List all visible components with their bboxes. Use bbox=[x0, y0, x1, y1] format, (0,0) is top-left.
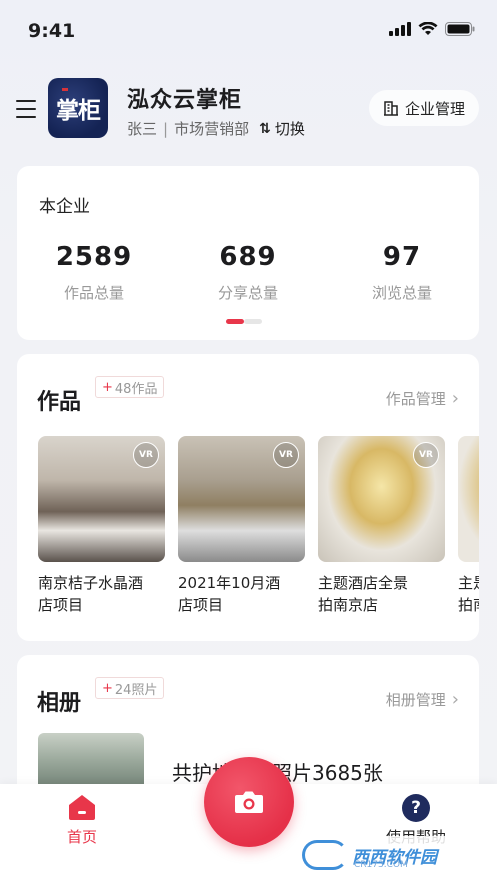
wifi-icon bbox=[418, 22, 438, 35]
switch-icon: ⇅ bbox=[259, 120, 271, 137]
user-info: 张三 | 市场营销部 ⇅ 切换 bbox=[127, 118, 305, 139]
enterprise-manage-button[interactable]: 企业管理 bbox=[368, 90, 479, 126]
vr-icon: VR bbox=[273, 442, 299, 468]
logo-text: 掌柜 bbox=[56, 97, 101, 124]
camera-button[interactable] bbox=[204, 757, 294, 847]
stat-works[interactable]: 2589 作品总量 bbox=[17, 242, 171, 303]
tab-home-label: 首页 bbox=[66, 828, 97, 846]
page-dot bbox=[244, 319, 262, 324]
page-dot-active bbox=[226, 319, 244, 324]
works-title: 作品 bbox=[37, 390, 82, 415]
stat-label: 作品总量 bbox=[63, 284, 124, 302]
work-item[interactable]: VR 2021年10月酒 店项目 bbox=[178, 436, 305, 616]
work-caption: 主题酒店全景 拍南京店 bbox=[318, 574, 409, 614]
album-manage-link[interactable]: 相册管理 › bbox=[386, 689, 459, 710]
header: 掌柜 泓众云掌柜 张三 | 市场营销部 ⇅ 切换 企业管理 bbox=[0, 76, 497, 142]
stat-shares[interactable]: 689 分享总量 bbox=[171, 242, 325, 303]
vr-icon: VR bbox=[413, 442, 439, 468]
battery-icon bbox=[445, 22, 475, 36]
work-thumbnail: VR bbox=[318, 436, 445, 562]
vr-icon: VR bbox=[133, 442, 159, 468]
stats-title: 本企业 bbox=[39, 197, 90, 217]
camera-icon bbox=[235, 791, 263, 813]
help-icon: ? bbox=[402, 794, 430, 822]
stat-value: 689 bbox=[219, 242, 277, 272]
works-card: 作品 +48作品 作品管理 › VR 南京桔子水晶酒 店项目 VR 2021年10… bbox=[17, 354, 479, 641]
stat-views[interactable]: 97 浏览总量 bbox=[325, 242, 479, 303]
watermark: 西西软件园 CR173.COM bbox=[296, 836, 478, 874]
work-caption: 南京桔子水晶酒 店项目 bbox=[38, 574, 144, 614]
status-bar: 9:41 bbox=[0, 0, 497, 60]
work-item[interactable]: VR 主题酒店全景 拍南京店 bbox=[318, 436, 445, 616]
stat-value: 2589 bbox=[55, 242, 133, 272]
album-badge: +24照片 bbox=[95, 677, 165, 699]
stat-value: 97 bbox=[382, 242, 422, 272]
work-thumbnail bbox=[458, 436, 479, 562]
app-logo: 掌柜 bbox=[48, 78, 108, 138]
work-item[interactable]: 主是拍南 bbox=[458, 436, 479, 616]
album-manage-label: 相册管理 bbox=[385, 691, 446, 709]
album-badge-text: 24照片 bbox=[114, 682, 158, 698]
page-indicator bbox=[226, 319, 262, 324]
album-title: 相册 bbox=[37, 691, 82, 716]
enterprise-manage-label: 企业管理 bbox=[404, 99, 465, 118]
works-badge-text: 48作品 bbox=[114, 381, 158, 397]
watermark-url: CR173.COM bbox=[354, 860, 408, 870]
app-name: 泓众云掌柜 bbox=[127, 88, 243, 113]
menu-icon[interactable] bbox=[16, 100, 36, 118]
stats-card: 本企业 2589 作品总量 689 分享总量 97 浏览总量 bbox=[17, 166, 479, 340]
work-thumbnail: VR bbox=[38, 436, 165, 562]
work-item[interactable]: VR 南京桔子水晶酒 店项目 bbox=[38, 436, 165, 616]
works-manage-link[interactable]: 作品管理 › bbox=[386, 388, 459, 409]
works-list: VR 南京桔子水晶酒 店项目 VR 2021年10月酒 店项目 VR 主题酒店全景拍… bbox=[38, 436, 479, 616]
works-badge: +48作品 bbox=[95, 376, 165, 398]
work-caption: 主是拍南 bbox=[458, 574, 479, 614]
work-thumbnail: VR bbox=[178, 436, 305, 562]
signal-icon bbox=[389, 22, 411, 36]
chevron-right-icon: › bbox=[451, 388, 459, 409]
building-icon bbox=[383, 101, 398, 116]
switch-button[interactable]: ⇅ 切换 bbox=[259, 118, 305, 139]
stat-label: 浏览总量 bbox=[371, 284, 432, 302]
home-icon bbox=[68, 794, 96, 820]
stat-label: 分享总量 bbox=[217, 284, 278, 302]
status-time: 9:41 bbox=[28, 20, 76, 42]
work-caption: 2021年10月酒 店项目 bbox=[178, 574, 281, 614]
switch-label: 切换 bbox=[274, 120, 305, 138]
works-manage-label: 作品管理 bbox=[385, 390, 446, 408]
status-icons bbox=[389, 22, 475, 36]
tab-home[interactable]: 首页 bbox=[32, 794, 132, 847]
department: 市场营销部 bbox=[174, 120, 250, 138]
user-name: 张三 bbox=[127, 120, 158, 138]
chevron-right-icon: › bbox=[451, 689, 459, 710]
watermark-logo-icon bbox=[302, 840, 348, 870]
